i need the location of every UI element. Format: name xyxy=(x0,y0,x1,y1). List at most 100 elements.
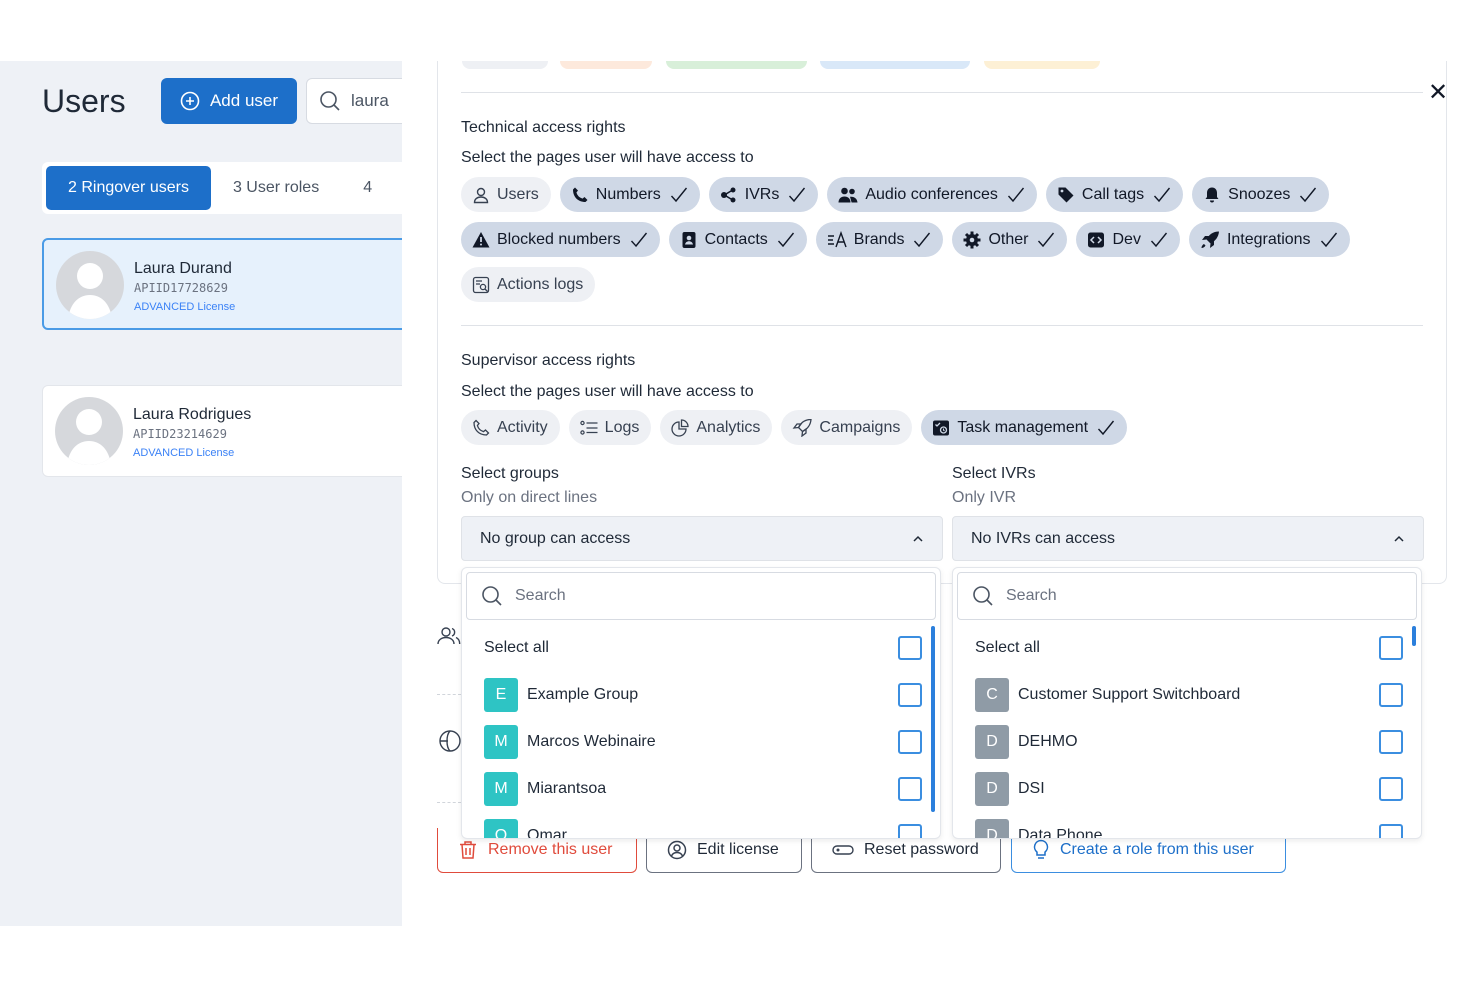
list-item[interactable]: O Omar xyxy=(484,816,922,838)
user-name: Laura Durand xyxy=(134,260,232,277)
add-user-label: Add user xyxy=(209,91,279,110)
users-list-pane: Users Add user laura 2 Ringover users 3 … xyxy=(0,61,402,926)
clipped-chip xyxy=(820,61,970,69)
reset-password-label: Reset password xyxy=(864,841,979,858)
chip-blocked-numbers[interactable]: Blocked numbers xyxy=(461,222,660,257)
item-checkbox[interactable] xyxy=(898,683,922,707)
divider xyxy=(437,694,461,695)
item-checkbox[interactable] xyxy=(1379,730,1403,754)
select-all-checkbox[interactable] xyxy=(1379,636,1403,660)
close-icon[interactable]: ✕ xyxy=(1428,78,1448,107)
search-input[interactable]: laura xyxy=(306,78,402,124)
technical-chips-row1: Users Numbers IVRs Audio conferences Cal… xyxy=(461,177,1330,212)
list-item[interactable]: M Miarantsoa xyxy=(484,769,922,809)
chip-analytics[interactable]: Analytics xyxy=(660,410,773,445)
phone-icon xyxy=(572,187,588,202)
chip-logs[interactable]: Logs xyxy=(568,410,652,445)
search-icon xyxy=(973,586,993,606)
brand-icon xyxy=(827,230,847,247)
groups-label: Select groups xyxy=(461,465,559,482)
chip-label: Other xyxy=(988,230,1029,248)
tab-user-roles[interactable]: 3 User roles xyxy=(211,166,341,210)
list-item[interactable]: D DEHMO xyxy=(975,722,1403,762)
chip-actions-logs[interactable]: Actions logs xyxy=(461,267,596,302)
trash-icon xyxy=(460,841,476,859)
groups-sublabel: Only on direct lines xyxy=(461,489,598,506)
check-icon xyxy=(1154,187,1171,202)
chip-numbers[interactable]: Numbers xyxy=(559,177,700,212)
ivrs-search-input[interactable]: Search xyxy=(957,572,1417,620)
item-checkbox[interactable] xyxy=(1379,777,1403,801)
group-name: Example Group xyxy=(527,686,639,703)
team-icon xyxy=(437,627,461,645)
user-card-laura-rodrigues[interactable]: Laura Rodrigues APIID23214629 ADVANCED L… xyxy=(42,385,402,477)
ivr-badge: D xyxy=(975,725,1009,759)
item-checkbox[interactable] xyxy=(898,777,922,801)
list-item[interactable]: M Marcos Webinaire xyxy=(484,722,922,762)
divider xyxy=(437,802,461,803)
groups-select-all[interactable]: Select all xyxy=(484,628,922,668)
ivrs-sublabel: Only IVR xyxy=(952,489,1017,506)
chip-call-tags[interactable]: Call tags xyxy=(1045,177,1184,212)
groups-scrollbar[interactable] xyxy=(931,626,935,812)
list-item[interactable]: D Data Phone xyxy=(975,816,1403,838)
select-all-checkbox[interactable] xyxy=(898,636,922,660)
divider xyxy=(461,92,1423,93)
technical-title: Technical access rights xyxy=(461,119,626,136)
phone-outline-icon xyxy=(473,419,490,436)
ivrs-select[interactable]: No IVRs can access xyxy=(952,516,1424,561)
user-license: ADVANCED License xyxy=(133,447,235,459)
clipped-chip xyxy=(666,61,807,69)
chip-contacts[interactable]: Contacts xyxy=(668,222,807,257)
chip-label: Audio conferences xyxy=(865,185,998,203)
chip-label: Contacts xyxy=(704,230,768,248)
chip-label: Actions logs xyxy=(497,275,584,293)
chip-task-management[interactable]: Task management xyxy=(921,410,1128,445)
select-all-label: Select all xyxy=(975,639,1040,656)
user-card-laura-durand[interactable]: Laura Durand APIID17728629 ADVANCED Lice… xyxy=(42,238,402,330)
chip-audio-conferences[interactable]: Audio conferences xyxy=(827,177,1037,212)
ivrs-select-value: No IVRs can access xyxy=(971,529,1116,547)
list-item[interactable]: E Example Group xyxy=(484,675,922,715)
chip-label: Task management xyxy=(957,418,1089,436)
chip-snoozes[interactable]: Snoozes xyxy=(1192,177,1330,212)
ivrs-scrollbar[interactable] xyxy=(1412,626,1416,646)
gear-icon xyxy=(963,231,981,248)
chip-label: Snoozes xyxy=(1228,185,1291,203)
chip-dev[interactable]: Dev xyxy=(1076,222,1180,257)
chip-ivrs[interactable]: IVRs xyxy=(708,177,819,212)
ivr-badge: D xyxy=(975,772,1009,806)
chip-label: IVRs xyxy=(744,185,780,203)
user-icon xyxy=(473,187,489,203)
clipped-chip xyxy=(984,61,1100,69)
list-item[interactable]: D DSI xyxy=(975,769,1403,809)
chip-activity[interactable]: Activity xyxy=(461,410,560,445)
list-item[interactable]: C Customer Support Switchboard xyxy=(975,675,1403,715)
item-checkbox[interactable] xyxy=(1379,683,1403,707)
supervisor-chips: Activity Logs Analytics Campaigns Task m… xyxy=(461,410,1128,445)
group-name: Miarantsoa xyxy=(527,780,607,797)
lightbulb-icon xyxy=(1033,839,1049,859)
chip-integrations[interactable]: Integrations xyxy=(1188,222,1350,257)
add-user-button[interactable]: Add user xyxy=(161,78,297,124)
chip-campaigns[interactable]: Campaigns xyxy=(781,410,913,445)
item-checkbox[interactable] xyxy=(898,730,922,754)
group-badge: O xyxy=(484,819,518,838)
groups-select[interactable]: No group can access xyxy=(461,516,943,561)
page-title: Users xyxy=(42,83,126,119)
chip-users[interactable]: Users xyxy=(461,177,551,212)
search-placeholder: Search xyxy=(515,587,566,604)
ivrs-select-all[interactable]: Select all xyxy=(975,628,1403,668)
chip-other[interactable]: Other xyxy=(952,222,1068,257)
tab-ringover-users[interactable]: 2 Ringover users xyxy=(46,166,211,210)
warning-icon xyxy=(472,231,490,247)
edit-license-label: Edit license xyxy=(697,841,779,858)
tab-other[interactable]: 4 xyxy=(341,166,394,210)
group-badge: M xyxy=(484,772,518,806)
groups-search-input[interactable]: Search xyxy=(466,572,936,620)
chip-brands[interactable]: Brands xyxy=(815,222,944,257)
chip-label: Users xyxy=(497,185,539,203)
item-checkbox[interactable] xyxy=(1379,824,1403,838)
check-icon xyxy=(670,187,687,202)
item-checkbox[interactable] xyxy=(898,824,922,838)
